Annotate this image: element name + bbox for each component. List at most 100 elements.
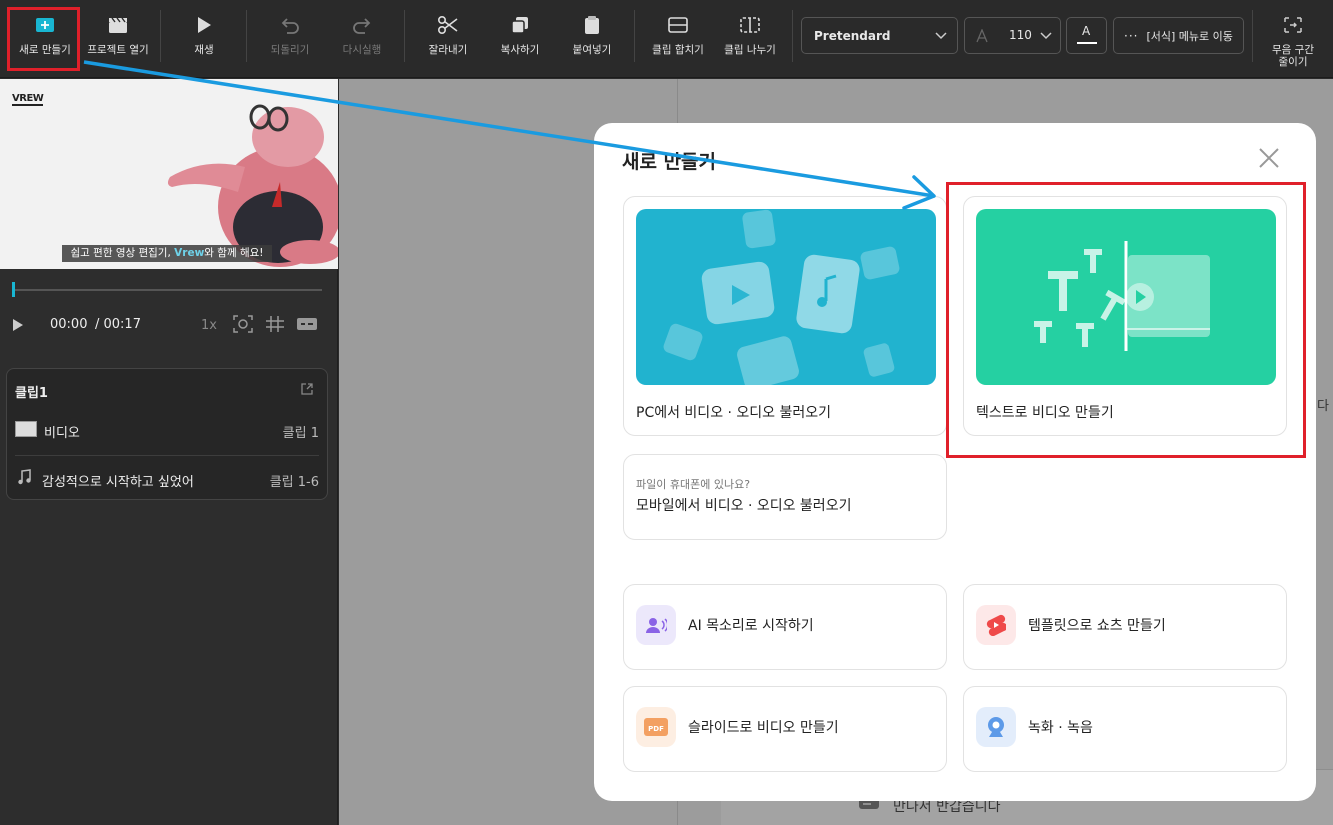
caption-suffix: 와 함께 해요! [204, 247, 264, 259]
text-to-video-illustration [976, 209, 1276, 385]
play-label: 재생 [194, 44, 214, 56]
merge-icon [665, 12, 691, 38]
redo-label: 다시실행 [342, 44, 382, 56]
split-clip-button[interactable]: 클립 나누기 [718, 8, 782, 70]
split-icon [737, 12, 763, 38]
shorts-template-option[interactable]: 템플릿으로 쇼츠 만들기 [963, 584, 1287, 670]
toolbar-divider [246, 10, 247, 62]
external-link-icon[interactable] [300, 382, 314, 396]
toolbar-divider [1252, 10, 1253, 62]
elephant-mascot-image [167, 104, 338, 267]
slides-option[interactable]: PDF 슬라이드로 비디오 만들기 [623, 686, 947, 772]
ai-voice-option[interactable]: AI 목소리로 시작하기 [623, 584, 947, 670]
redo-button[interactable]: 다시실행 [330, 8, 394, 70]
playback-track[interactable] [12, 289, 322, 291]
video-preview: VREW 쉽고 편한 영상 편집기, Vrew와 함께 해요! [0, 79, 338, 269]
dialog-title: 새로 만들기 [622, 151, 717, 173]
preview-caption: 쉽고 편한 영상 편집기, Vrew와 함께 해요! [62, 245, 272, 262]
shorts-icon [976, 605, 1016, 645]
grid-icon[interactable] [265, 315, 285, 333]
playhead[interactable] [12, 282, 15, 297]
font-size-select[interactable]: 110 [964, 17, 1061, 54]
font-size-icon [976, 29, 988, 43]
open-project-button[interactable]: 프로젝트 열기 [84, 8, 152, 70]
row-divider [15, 455, 319, 456]
webcam-icon [976, 707, 1016, 747]
video-thumb-icon [15, 421, 37, 437]
close-icon[interactable] [1259, 148, 1279, 168]
copy-button[interactable]: 복사하기 [490, 8, 550, 70]
clip-row[interactable]: 비디오 클립 1 [7, 413, 327, 449]
play-icon[interactable] [12, 318, 24, 332]
text-to-video-card[interactable]: 텍스트로 비디오 만들기 [963, 196, 1287, 436]
new-project-icon [32, 12, 58, 38]
silence-trim-icon [1280, 12, 1306, 38]
reduce-silence-button[interactable]: 무음 구간 줄이기 [1260, 8, 1326, 70]
font-color-button[interactable]: A [1066, 17, 1107, 54]
copy-icon [507, 12, 533, 38]
vrew-logo: VREW [12, 93, 44, 106]
toolbar-divider [634, 10, 635, 62]
play-button[interactable]: 재생 [178, 8, 230, 70]
undo-icon [277, 12, 303, 38]
shorts-template-label: 템플릿으로 쇼츠 만들기 [1028, 618, 1166, 634]
mobile-import-card[interactable]: 파일이 휴대폰에 있나요? 모바일에서 비디오 · 오디오 불러오기 [623, 454, 947, 540]
font-family-select[interactable]: Pretendard [801, 17, 958, 54]
pc-import-illustration [636, 209, 936, 385]
play-icon [191, 12, 217, 38]
new-project-dialog: 새로 만들기 PC에서 비디오 · 오디오 불러오기 텍스트로 비디오 만들기 … [594, 123, 1316, 801]
clip-title: 클립1 [15, 386, 48, 401]
format-menu-label: [서식] 메뉴로 이동 [1146, 29, 1233, 43]
playback-speed[interactable]: 1x [201, 318, 217, 333]
clip-row[interactable]: 감성적으로 시작하고 싶었어 클립 1-6 [7, 463, 327, 499]
toolbar-divider [404, 10, 405, 62]
clip-row-label: 감성적으로 시작하고 싶었어 [42, 475, 194, 490]
undo-label: 되돌리기 [270, 44, 310, 56]
clip-row-label: 비디오 [44, 426, 80, 441]
ai-voice-label: AI 목소리로 시작하기 [688, 618, 814, 634]
toolbar-divider [792, 10, 793, 62]
pc-import-card[interactable]: PC에서 비디오 · 오디오 불러오기 [623, 196, 947, 436]
cut-button[interactable]: 잘라내기 [416, 8, 480, 70]
toolbar-divider [160, 10, 161, 62]
toolbar: 새로 만들기 프로젝트 열기 재생 되돌리기 다시실행 잘라내기 복사하기 붙여… [0, 0, 1333, 78]
open-project-label: 프로젝트 열기 [87, 44, 149, 56]
caption-prefix: 쉽고 편한 영상 편집기, [70, 247, 175, 259]
redo-icon [349, 12, 375, 38]
ai-voice-icon [636, 605, 676, 645]
undo-button[interactable]: 되돌리기 [258, 8, 322, 70]
reduce-silence-label-2: 줄이기 [1278, 56, 1308, 68]
paste-button[interactable]: 붙여넣기 [562, 8, 622, 70]
music-note-icon [18, 469, 31, 485]
merge-clip-label: 클립 합치기 [652, 44, 704, 56]
new-project-button[interactable]: 새로 만들기 [12, 8, 78, 70]
subtitle-toggle-icon[interactable] [296, 317, 318, 331]
clapperboard-icon [105, 12, 131, 38]
chevron-down-icon [935, 32, 947, 40]
left-panel: VREW 쉽고 편한 영상 편집기, Vrew와 함께 해요! 00:00 / … [0, 79, 338, 825]
new-project-label: 새로 만들기 [19, 44, 71, 56]
text-to-video-icon [1034, 241, 1210, 351]
svg-text:PDF: PDF [648, 725, 664, 733]
paste-label: 붙여넣기 [572, 44, 612, 56]
clip-row-range: 클립 1-6 [269, 475, 319, 490]
font-family-value: Pretendard [814, 28, 891, 43]
capture-icon[interactable] [233, 315, 253, 333]
record-label: 녹화 · 녹음 [1028, 720, 1093, 736]
player-controls: 00:00 / 00:17 1x [0, 269, 338, 349]
font-color-glyph: A [1082, 24, 1091, 38]
clipboard-icon [579, 12, 605, 38]
clip-info-card: 클립1 비디오 클립 1 감성적으로 시작하고 싶었어 클립 1-6 [6, 368, 328, 500]
merge-clip-button[interactable]: 클립 합치기 [646, 8, 710, 70]
record-option[interactable]: 녹화 · 녹음 [963, 686, 1287, 772]
total-time: / 00:17 [95, 317, 141, 332]
pdf-icon: PDF [636, 707, 676, 747]
caption-brand: Vrew [174, 247, 205, 259]
slides-label: 슬라이드로 비디오 만들기 [688, 720, 839, 736]
clip-row-range: 클립 1 [282, 426, 319, 441]
more-icon: ··· [1124, 28, 1139, 43]
format-menu-button[interactable]: ··· [서식] 메뉴로 이동 [1113, 17, 1244, 54]
mobile-import-label: 모바일에서 비디오 · 오디오 불러오기 [636, 498, 852, 514]
copy-label: 복사하기 [500, 44, 540, 56]
mobile-import-hint: 파일이 휴대폰에 있나요? [636, 478, 751, 491]
